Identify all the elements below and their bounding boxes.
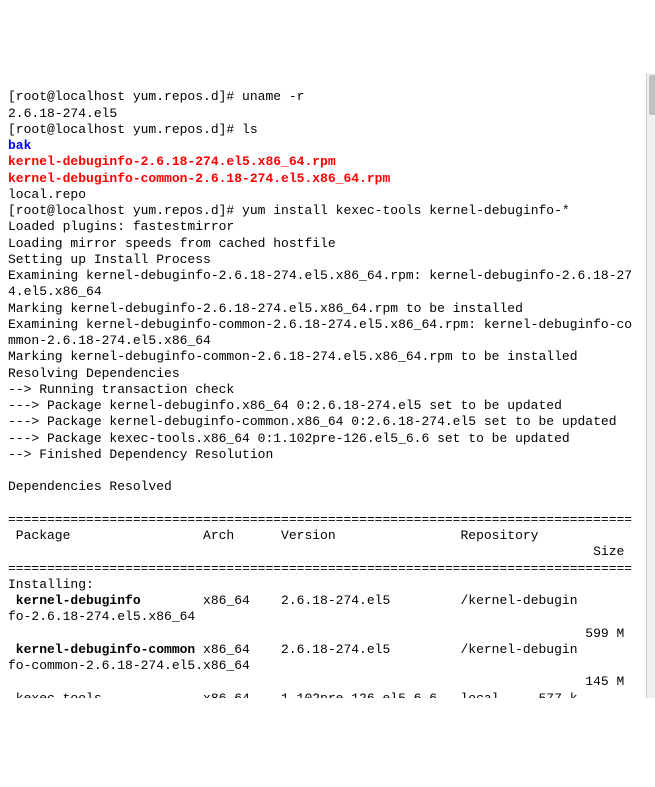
prompt: [root@localhost yum.repos.d]# — [8, 89, 242, 104]
scrollbar-thumb[interactable] — [649, 75, 655, 115]
separator: ========================================… — [8, 561, 632, 576]
output-line: Setting up Install Process — [8, 252, 211, 267]
output-line: Loaded plugins: fastestmirror — [8, 219, 234, 234]
table-row: kernel-debuginfo-common x86_64 2.6.18-27… — [8, 642, 578, 657]
table-row: kernel-debuginfo x86_64 2.6.18-274.el5 /… — [8, 593, 578, 608]
command: yum install kexec-tools kernel-debuginfo… — [242, 203, 570, 218]
prompt-line: [root@localhost yum.repos.d]# ls — [8, 122, 258, 137]
output-line: --> Running transaction check — [8, 382, 234, 397]
scrollbar[interactable] — [646, 73, 655, 698]
pkg-detail: x86_64 2.6.18-274.el5 /kernel-debugin — [141, 593, 578, 608]
table-row: fo-2.6.18-274.el5.x86_64 — [8, 609, 195, 624]
terminal-window: [root@localhost yum.repos.d]# uname -r 2… — [8, 73, 655, 698]
blank-line — [8, 496, 16, 511]
prompt-line: [root@localhost yum.repos.d]# yum instal… — [8, 203, 570, 218]
prompt: [root@localhost yum.repos.d]# — [8, 203, 242, 218]
output-line: Resolving Dependencies — [8, 366, 180, 381]
output-line: Dependencies Resolved — [8, 479, 172, 494]
ls-dir: bak — [8, 138, 31, 153]
pkg-name: kernel-debuginfo — [8, 593, 141, 608]
output-line: ---> Package kernel-debuginfo-common.x86… — [8, 414, 617, 429]
prompt-line: [root@localhost yum.repos.d]# uname -r — [8, 89, 304, 104]
output-line: Examining kernel-debuginfo-2.6.18-274.el… — [8, 268, 632, 283]
pkg-name: kernel-debuginfo-common — [8, 642, 195, 657]
table-header: Size — [8, 544, 624, 559]
output-line: ---> Package kexec-tools.x86_64 0:1.102p… — [8, 431, 570, 446]
output-line: Loading mirror speeds from cached hostfi… — [8, 236, 336, 251]
output-line: Marking kernel-debuginfo-common-2.6.18-2… — [8, 349, 578, 364]
output-line: mmon-2.6.18-274.el5.x86_64 — [8, 333, 211, 348]
output-line: Marking kernel-debuginfo-2.6.18-274.el5.… — [8, 301, 523, 316]
table-row: 599 M — [8, 626, 624, 641]
pkg-detail: x86_64 2.6.18-274.el5 /kernel-debugin — [195, 642, 577, 657]
ls-rpm: kernel-debuginfo-common-2.6.18-274.el5.x… — [8, 171, 390, 186]
separator: ========================================… — [8, 512, 632, 527]
command: uname -r — [242, 89, 304, 104]
output-line: 2.6.18-274.el5 — [8, 106, 117, 121]
output-line: --> Finished Dependency Resolution — [8, 447, 273, 462]
ls-file: local.repo — [8, 187, 86, 202]
output-line: ---> Package kernel-debuginfo.x86_64 0:2… — [8, 398, 562, 413]
output-line: Examining kernel-debuginfo-common-2.6.18… — [8, 317, 632, 332]
blank-line — [8, 463, 16, 478]
ls-rpm: kernel-debuginfo-2.6.18-274.el5.x86_64.r… — [8, 154, 336, 169]
table-header: Package Arch Version Repository — [8, 528, 539, 543]
terminal-output[interactable]: [root@localhost yum.repos.d]# uname -r 2… — [8, 89, 655, 698]
command: ls — [242, 122, 258, 137]
output-line: 4.el5.x86_64 — [8, 284, 102, 299]
prompt: [root@localhost yum.repos.d]# — [8, 122, 242, 137]
table-row: fo-common-2.6.18-274.el5.x86_64 — [8, 658, 250, 673]
table-row: kexec-tools x86_64 1.102pre-126.el5_6.6 … — [8, 691, 578, 699]
section-label: Installing: — [8, 577, 94, 592]
table-row: 145 M — [8, 674, 624, 689]
